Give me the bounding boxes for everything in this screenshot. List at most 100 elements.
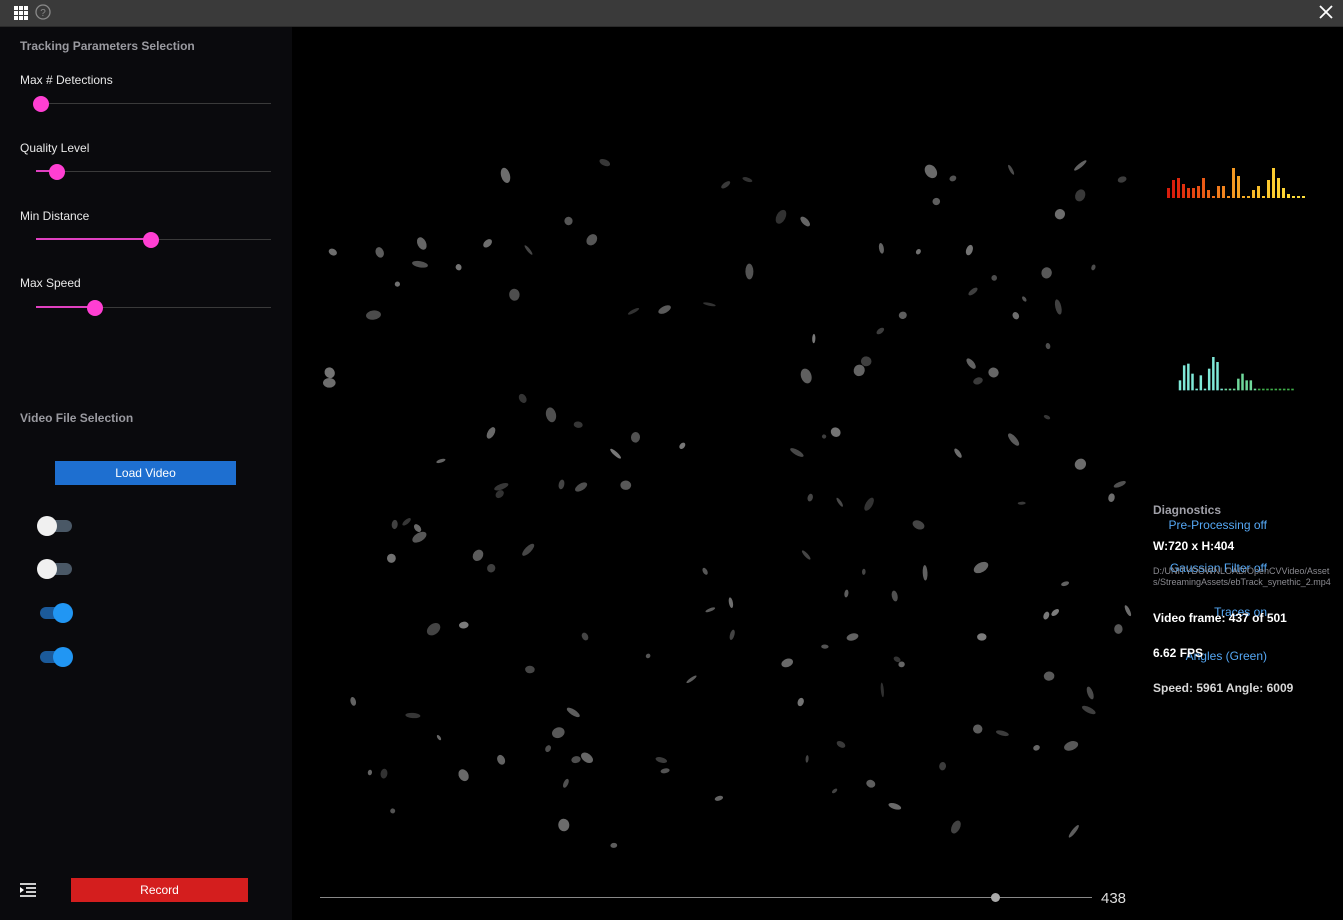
histogram-bar: [1282, 188, 1285, 198]
particle: [790, 448, 804, 457]
particle: [864, 497, 874, 511]
load-video-button[interactable]: Load Video: [55, 461, 236, 485]
particle: [821, 644, 829, 649]
grid-icon[interactable]: [13, 5, 29, 21]
particle: [1008, 164, 1015, 175]
video-scrubber[interactable]: [320, 890, 1092, 906]
slider-thumb[interactable]: [32, 96, 49, 112]
particle: [775, 209, 787, 224]
histogram-bar: [1297, 196, 1300, 198]
slider-track: [36, 171, 271, 172]
histogram-bar: [1282, 388, 1286, 391]
particle: [620, 480, 632, 490]
particle: [573, 421, 583, 428]
histogram-bar: [1267, 180, 1270, 198]
max-detections-slider[interactable]: [32, 94, 271, 114]
traces-toggle[interactable]: [38, 602, 74, 623]
menu-collapse-icon[interactable]: [19, 882, 37, 898]
angles-toggle[interactable]: [38, 646, 74, 667]
particle: [1043, 671, 1055, 681]
particle: [1043, 611, 1050, 620]
record-button[interactable]: Record: [71, 878, 248, 902]
particle: [702, 567, 708, 575]
particle: [1012, 312, 1020, 320]
help-circle-icon[interactable]: ?: [35, 4, 51, 20]
particle: [387, 553, 396, 563]
particle: [846, 633, 859, 641]
particle: [965, 244, 973, 256]
speed-histogram: [1167, 168, 1305, 198]
histogram-bar: [1207, 368, 1211, 391]
histogram-bar: [1291, 388, 1294, 391]
particle: [571, 756, 581, 764]
particle: [932, 197, 941, 206]
particle: [878, 242, 884, 254]
particle: [366, 310, 381, 320]
angle-histogram: [1178, 357, 1294, 391]
preprocessing-toggle[interactable]: [37, 515, 74, 536]
particle: [679, 442, 686, 449]
particle: [558, 479, 565, 490]
particle: [545, 407, 557, 423]
particle: [436, 458, 446, 464]
particle: [472, 549, 484, 561]
particle: [836, 740, 846, 748]
particle: [1113, 480, 1126, 488]
histogram-bar: [1202, 178, 1205, 198]
slider-thumb[interactable]: [49, 164, 66, 180]
particle: [486, 427, 496, 439]
particle: [721, 181, 731, 189]
histogram-bar: [1207, 190, 1210, 198]
histogram-bar: [1278, 388, 1282, 391]
gaussian-filter-toggle[interactable]: [37, 558, 74, 579]
histogram-bar: [1217, 186, 1220, 198]
particle: [1108, 493, 1115, 502]
particle: [509, 288, 520, 301]
histogram-bar: [1228, 388, 1232, 391]
particle: [436, 735, 442, 741]
particle: [630, 432, 641, 443]
histogram-bar: [1245, 380, 1248, 391]
histogram-bar: [1262, 196, 1265, 198]
particle: [891, 590, 898, 602]
scrubber-thumb[interactable]: [990, 893, 1000, 902]
speed-angle-readout: Speed: 5961 Angle: 6009: [1153, 681, 1294, 695]
particle: [367, 769, 373, 776]
particle: [915, 248, 921, 255]
histogram-bar: [1220, 388, 1223, 391]
histogram-bar: [1216, 362, 1219, 391]
particle: [729, 629, 735, 640]
particle: [812, 333, 816, 344]
particle: [405, 712, 421, 719]
histogram-bar: [1257, 186, 1260, 198]
particle: [380, 768, 388, 779]
particle: [991, 274, 998, 281]
particle: [714, 795, 724, 801]
particle: [416, 237, 427, 250]
particle: [968, 287, 978, 296]
particle: [876, 327, 885, 335]
histogram-bar: [1187, 363, 1190, 391]
particle: [949, 175, 957, 182]
max-speed-slider[interactable]: [36, 298, 271, 318]
tracking-section-title: Tracking Parameters Selection: [20, 39, 195, 53]
particle: [973, 724, 983, 734]
min-distance-slider[interactable]: [36, 230, 271, 250]
particle: [1022, 296, 1027, 302]
histogram-bar: [1252, 190, 1255, 198]
histogram-bar: [1178, 380, 1182, 391]
histogram-bar: [1195, 388, 1198, 391]
close-icon[interactable]: [1318, 4, 1334, 20]
particle: [924, 164, 938, 179]
particle: [898, 311, 907, 320]
histogram-bar: [1227, 196, 1230, 198]
histogram-bar: [1172, 180, 1175, 198]
slider-thumb[interactable]: [143, 232, 160, 248]
quality-level-slider[interactable]: [36, 162, 271, 182]
histogram-bar: [1270, 388, 1273, 391]
particle: [458, 769, 469, 782]
histogram-bar: [1287, 194, 1290, 198]
slider-thumb[interactable]: [86, 300, 103, 316]
particle: [973, 561, 989, 574]
histogram-bar: [1257, 388, 1261, 391]
